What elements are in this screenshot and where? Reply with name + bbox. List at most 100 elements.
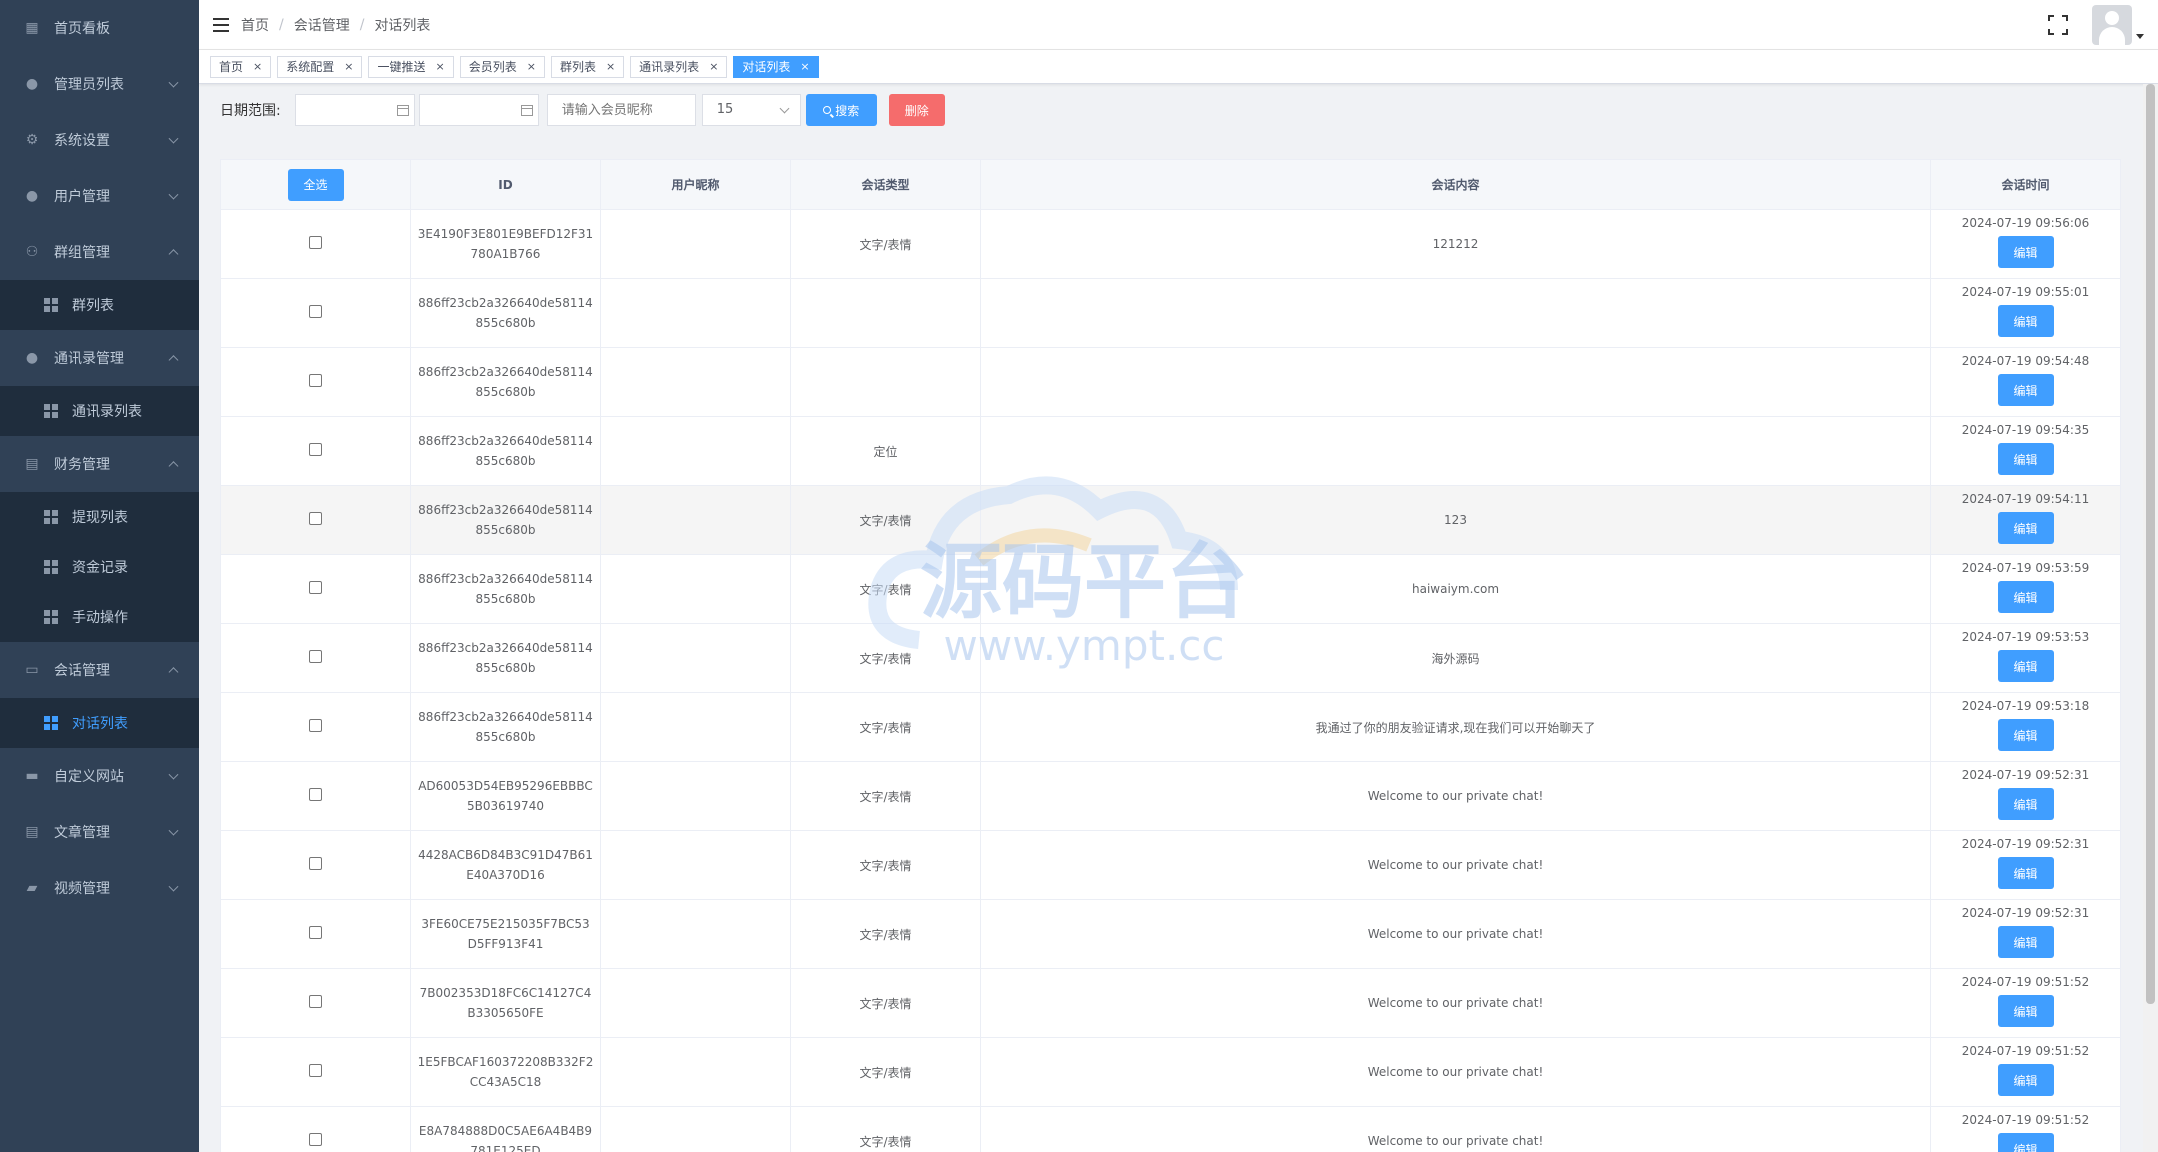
row-checkbox[interactable] bbox=[309, 926, 322, 939]
edit-button[interactable]: 编辑 bbox=[1997, 236, 2054, 268]
edit-button[interactable]: 编辑 bbox=[1997, 512, 2054, 544]
row-nickname bbox=[600, 623, 791, 693]
row-time-cell: 2024-07-19 09:53:18 编辑 bbox=[1930, 692, 2121, 762]
sidebar-subitem-6-1[interactable]: 资金记录 bbox=[0, 542, 199, 592]
search-button[interactable]: 搜索 bbox=[805, 94, 877, 126]
scrollbar-thumb[interactable] bbox=[2146, 84, 2155, 1004]
row-nickname bbox=[600, 347, 791, 417]
fullscreen-icon[interactable] bbox=[2048, 15, 2068, 35]
sidebar-item-0[interactable]: ▦ 首页看板 bbox=[0, 0, 199, 56]
page-size-select[interactable]: 15 bbox=[701, 94, 801, 126]
row-id: 3E4190F3E801E9BEFD12F31780A1B766 bbox=[410, 209, 601, 279]
row-checkbox[interactable] bbox=[309, 995, 322, 1008]
sidebar-item-9[interactable]: ▤ 文章管理 bbox=[0, 804, 199, 860]
tag-1[interactable]: 系统配置 × bbox=[277, 55, 363, 78]
row-type: 文字/表情 bbox=[790, 554, 981, 624]
sidebar-item-3[interactable]: ● 用户管理 bbox=[0, 168, 199, 224]
sidebar-subitem-5-0[interactable]: 通讯录列表 bbox=[0, 386, 199, 436]
row-time-cell: 2024-07-19 09:54:48 编辑 bbox=[1930, 347, 2121, 417]
row-checkbox[interactable] bbox=[309, 719, 322, 732]
table-row: 886ff23cb2a326640de58114855c680b 文字/表情 海外源… bbox=[220, 623, 2121, 693]
row-time: 2024-07-19 09:54:48 bbox=[1961, 354, 2090, 368]
row-checkbox[interactable] bbox=[309, 788, 322, 801]
table-row: 886ff23cb2a326640de58114855c680b 文字/表情 hai… bbox=[220, 554, 2121, 624]
row-checkbox[interactable] bbox=[309, 512, 322, 525]
edit-button[interactable]: 编辑 bbox=[1997, 1133, 2054, 1152]
close-icon[interactable]: × bbox=[800, 57, 809, 77]
edit-button[interactable]: 编辑 bbox=[1997, 581, 2054, 613]
row-type bbox=[790, 347, 981, 417]
search-button-label: 搜索 bbox=[835, 103, 860, 118]
sidebar-subitem-6-2[interactable]: 手动操作 bbox=[0, 592, 199, 642]
nickname-search-input[interactable] bbox=[546, 94, 696, 126]
row-checkbox[interactable] bbox=[309, 581, 322, 594]
tag-4[interactable]: 群列表 × bbox=[550, 55, 625, 78]
video-icon: ▰ bbox=[26, 880, 38, 896]
sidebar-subitem-6-0[interactable]: 提现列表 bbox=[0, 492, 199, 542]
row-checkbox-cell bbox=[220, 1037, 411, 1107]
row-checkbox[interactable] bbox=[309, 443, 322, 456]
row-time-cell: 2024-07-19 09:51:52 编辑 bbox=[1930, 968, 2121, 1038]
edit-button[interactable]: 编辑 bbox=[1997, 995, 2054, 1027]
edit-button[interactable]: 编辑 bbox=[1997, 1064, 2054, 1096]
breadcrumb-home[interactable]: 首页 bbox=[241, 15, 269, 35]
tag-label: 一键推送 bbox=[377, 59, 426, 74]
row-nickname bbox=[600, 968, 791, 1038]
row-type bbox=[790, 278, 981, 348]
close-icon[interactable]: × bbox=[527, 57, 536, 77]
select-all-button[interactable]: 全选 bbox=[287, 168, 344, 201]
sidebar-item-8[interactable]: ▬ 自定义网站 bbox=[0, 748, 199, 804]
row-type: 文字/表情 bbox=[790, 209, 981, 279]
delete-button[interactable]: 删除 bbox=[888, 94, 945, 126]
tag-6[interactable]: 对话列表 × bbox=[733, 55, 819, 78]
sidebar-item-4[interactable]: ⚇ 群组管理 bbox=[0, 224, 199, 280]
tag-label: 系统配置 bbox=[286, 59, 335, 74]
edit-button[interactable]: 编辑 bbox=[1997, 305, 2054, 337]
sidebar-item-1[interactable]: ● 管理员列表 bbox=[0, 56, 199, 112]
tag-3[interactable]: 会员列表 × bbox=[459, 55, 545, 78]
row-type: 文字/表情 bbox=[790, 968, 981, 1038]
row-checkbox[interactable] bbox=[309, 374, 322, 387]
edit-button[interactable]: 编辑 bbox=[1997, 926, 2054, 958]
row-checkbox[interactable] bbox=[309, 857, 322, 870]
start-date-input[interactable] bbox=[294, 94, 415, 126]
close-icon[interactable]: × bbox=[435, 57, 444, 77]
avatar[interactable] bbox=[2092, 5, 2132, 45]
hamburger-menu-icon[interactable] bbox=[213, 17, 229, 32]
sidebar-item-5[interactable]: ● 通讯录管理 bbox=[0, 330, 199, 386]
edit-button[interactable]: 编辑 bbox=[1997, 788, 2054, 820]
row-checkbox[interactable] bbox=[309, 650, 322, 663]
end-date-input[interactable] bbox=[418, 94, 539, 126]
sidebar-subitem-label: 手动操作 bbox=[72, 610, 128, 626]
close-icon[interactable]: × bbox=[606, 57, 615, 77]
sidebar-item-2[interactable]: ⚙ 系统设置 bbox=[0, 112, 199, 168]
tag-0[interactable]: 首页 × bbox=[210, 55, 272, 78]
user-icon: ● bbox=[25, 350, 39, 366]
sidebar-item-6[interactable]: ▤ 财务管理 bbox=[0, 436, 199, 492]
page-size-value: 15 bbox=[716, 102, 734, 117]
close-icon[interactable]: × bbox=[709, 57, 718, 77]
edit-button[interactable]: 编辑 bbox=[1997, 443, 2054, 475]
edit-button[interactable]: 编辑 bbox=[1997, 650, 2054, 682]
row-checkbox[interactable] bbox=[309, 1064, 322, 1077]
tag-5[interactable]: 通讯录列表 × bbox=[630, 55, 728, 78]
close-icon[interactable]: × bbox=[253, 57, 262, 77]
tag-2[interactable]: 一键推送 × bbox=[368, 55, 454, 78]
row-checkbox[interactable] bbox=[309, 1133, 322, 1146]
sidebar-item-7[interactable]: ▭ 会话管理 bbox=[0, 642, 199, 698]
sidebar-subitem-7-0[interactable]: 对话列表 bbox=[0, 698, 199, 748]
sidebar-subitem-4-0[interactable]: 群列表 bbox=[0, 280, 199, 330]
sidebar-item-10[interactable]: ▰ 视频管理 bbox=[0, 860, 199, 916]
row-checkbox[interactable] bbox=[309, 305, 322, 318]
row-checkbox-cell bbox=[220, 278, 411, 348]
close-icon[interactable]: × bbox=[344, 57, 353, 77]
edit-button[interactable]: 编辑 bbox=[1997, 857, 2054, 889]
edit-button[interactable]: 编辑 bbox=[1997, 719, 2054, 751]
tag-label: 会员列表 bbox=[468, 59, 517, 74]
vertical-scrollbar[interactable] bbox=[2143, 84, 2158, 1152]
row-checkbox[interactable] bbox=[309, 236, 322, 249]
calendar-icon bbox=[520, 105, 533, 116]
row-time: 2024-07-19 09:53:18 bbox=[1961, 699, 2090, 713]
edit-button[interactable]: 编辑 bbox=[1997, 374, 2054, 406]
caret-down-icon[interactable] bbox=[2136, 33, 2144, 39]
